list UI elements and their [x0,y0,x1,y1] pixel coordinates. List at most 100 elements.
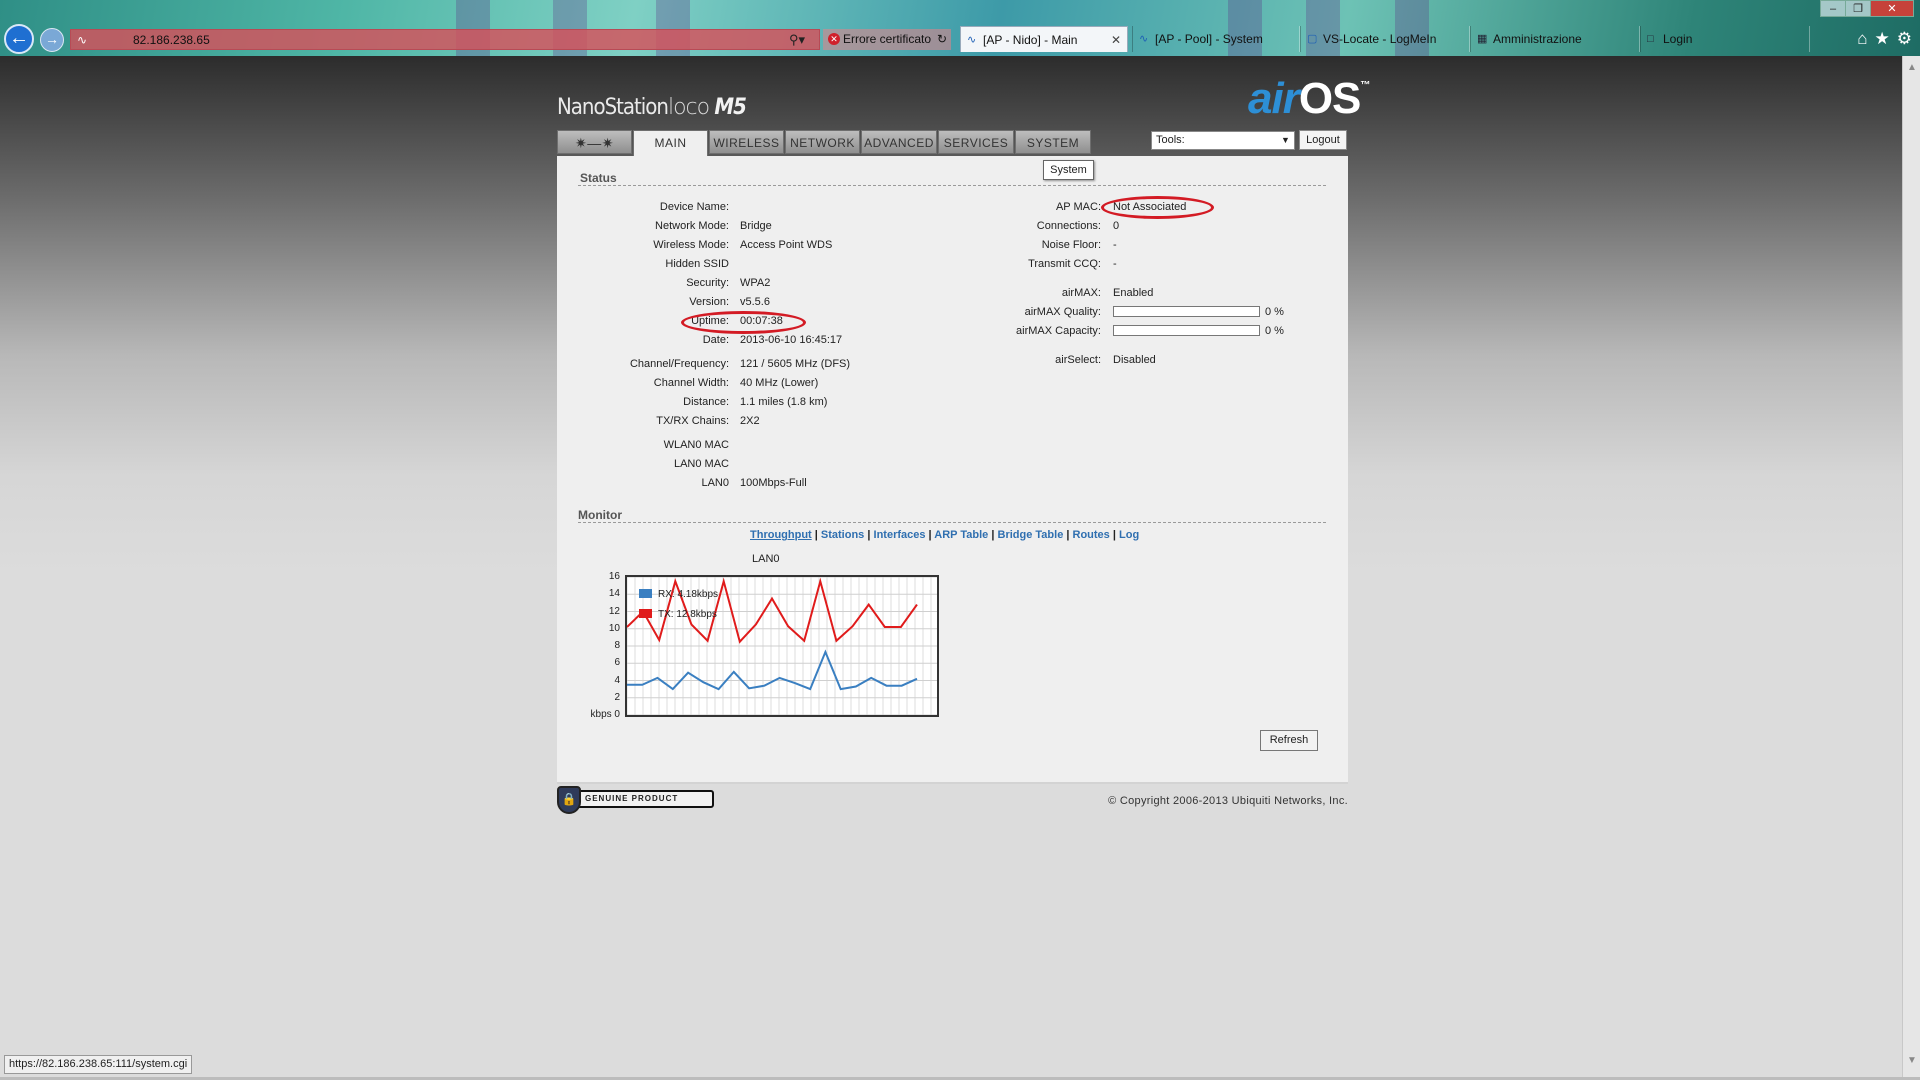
connections-value: 0 [1113,220,1120,232]
airmax-capacity-label: airMAX Capacity: [1016,325,1101,337]
tools-select-value: Tools: [1156,134,1185,146]
airmax-label: airMAX: [1061,287,1101,299]
search-dropdown-icon[interactable]: ⚲▾ [789,32,805,48]
browser-tab-logmein[interactable]: ▢ VS-Locate - LogMeIn [1300,26,1470,52]
tab-close-icon[interactable]: ✕ [1111,27,1121,53]
refresh-icon[interactable]: ↻ [937,29,947,50]
browser-chrome: – ❐ ✕ ← → ∿ 82.186.238.65 ⚲▾ ✕ Errore cert… [0,0,1920,56]
link-arp-table[interactable]: ARP Table [934,529,988,541]
airmax-capacity-bar [1113,325,1260,336]
certificate-error-button[interactable]: ✕ Errore certificato ↻ [823,29,951,50]
scroll-down-icon[interactable]: ▼ [1907,1055,1917,1066]
monitor-divider [578,522,1326,523]
status-title: Status [580,171,617,185]
tab-network[interactable]: NETWORK [785,130,860,154]
y-tick-label: 14 [608,588,620,600]
monitor-links: Throughput | Stations | Interfaces | ARP… [750,529,1140,541]
logmein-icon: ▢ [1307,33,1318,45]
noise-floor-label: Noise Floor: [1041,239,1101,251]
badge-text: GENUINE PRODUCT [585,794,679,803]
window-close-button[interactable]: ✕ [1870,0,1914,17]
channel-frequency-value: 121 / 5605 MHz (DFS) [740,358,851,370]
tab-advanced[interactable]: ADVANCED [861,130,937,154]
address-text[interactable]: 82.186.238.65 [133,33,210,47]
status-bar-url: https://82.186.238.65:111/system.cgi [4,1055,193,1074]
version-label: Version: [689,296,729,308]
browser-tab-ap-pool[interactable]: ∿ [AP - Pool] - System [1132,26,1300,52]
brand-model: loco [667,95,710,120]
tools-select[interactable]: Tools: ▼ [1151,131,1295,150]
browser-tab-amministrazione[interactable]: ▦ Amministrazione [1470,26,1640,52]
forward-button[interactable]: → [40,28,64,52]
tab-services[interactable]: SERVICES [938,130,1014,154]
genuine-product-badge: GENUINE PRODUCT 🔒 [557,786,714,814]
hidden-ssid-label: Hidden SSID [665,258,729,270]
network-mode-value: Bridge [740,220,772,232]
tab-label: Amministrazione [1493,32,1582,46]
ap-mac-highlight-oval [1101,196,1214,219]
genuine-product-label: GENUINE PRODUCT [575,790,714,808]
y-tick-label: 16 [608,571,620,582]
tooltip-system: System [1043,160,1094,180]
y-tick-label: 10 [608,622,620,634]
back-button[interactable]: ← [4,24,34,54]
logo-os: OS [1298,74,1362,123]
channel-frequency-label: Channel/Frequency: [629,358,729,370]
scroll-up-icon[interactable]: ▲ [1907,62,1917,73]
legend-tx-label: TX: 12.8kbps [658,609,717,620]
monitor-title: Monitor [578,508,622,522]
restore-button[interactable]: ❐ [1845,0,1871,17]
vertical-scrollbar[interactable]: ▲ ▼ [1902,56,1920,1080]
minimize-button[interactable]: – [1820,0,1846,17]
settings-gear-icon[interactable]: ⚙ [1897,29,1912,48]
wireless-mode-value: Access Point WDS [740,239,833,251]
monitor-icon: ▦ [1477,33,1488,45]
uptime-highlight-oval [681,311,806,334]
date-label: Date: [702,334,729,346]
rss-feed-icon[interactable]: ∿ [77,33,87,47]
link-interfaces[interactable]: Interfaces [874,529,926,541]
chevron-down-icon[interactable]: ▼ [1278,133,1293,148]
noise-floor-value: - [1113,239,1117,251]
channel-width-label: Channel Width: [653,377,729,389]
ap-mac-label: AP MAC: [1055,201,1101,213]
tab-system[interactable]: SYSTEM [1015,130,1091,154]
favorites-star-icon[interactable]: ★ [1875,29,1890,48]
legend-rx: RX: 4.18kbps [639,589,718,600]
y-tick-label: 6 [614,657,620,669]
wlan0-mac-label: WLAN0 MAC [663,439,729,451]
distance-value: 1.1 miles (1.8 km) [740,396,828,408]
logout-button[interactable]: Logout [1299,130,1347,150]
browser-tab-ap-nido[interactable]: ∿ [AP - Nido] - Main ✕ [960,26,1128,52]
brand-prefix: NanoStation [557,95,669,120]
link-routes[interactable]: Routes [1073,529,1110,541]
browser-tab-login[interactable]: □ Login [1640,26,1810,52]
airmax-quality-value: 0 % [1265,306,1284,318]
y-tick-label: 8 [614,640,620,651]
airmax-capacity-value: 0 % [1265,325,1284,337]
page-icon: □ [1647,33,1654,45]
chart-title: LAN0 [752,553,780,565]
transmit-ccq-label: Transmit CCQ: [1028,258,1101,270]
connections-label: Connections: [1036,220,1101,232]
airmax-quality-bar [1113,306,1260,317]
tab-label: [AP - Pool] - System [1155,32,1263,46]
link-stations[interactable]: Stations [821,529,864,541]
home-icon[interactable]: ⌂ [1857,29,1867,48]
refresh-button[interactable]: Refresh [1260,730,1318,751]
y-tick-label: kbps 0 [590,709,620,720]
legend-tx: TX: 12.8kbps [639,609,717,620]
lan0-value: 100Mbps-Full [740,477,807,489]
tab-main[interactable]: MAIN [633,130,708,157]
address-bar[interactable]: ∿ 82.186.238.65 ⚲▾ [70,29,820,50]
link-log[interactable]: Log [1119,529,1139,541]
logo-trademark: ™ [1360,80,1370,91]
link-bridge-table[interactable]: Bridge Table [998,529,1064,541]
brand-suffix: M5 [714,95,747,120]
tab-ubiquiti-logo[interactable]: ✷—✷ [557,130,632,154]
network-mode-label: Network Mode: [655,220,729,232]
series-line-rx [627,649,918,691]
version-value: v5.5.6 [740,296,770,308]
link-throughput[interactable]: Throughput [750,529,812,541]
tab-wireless[interactable]: WIRELESS [709,130,784,154]
